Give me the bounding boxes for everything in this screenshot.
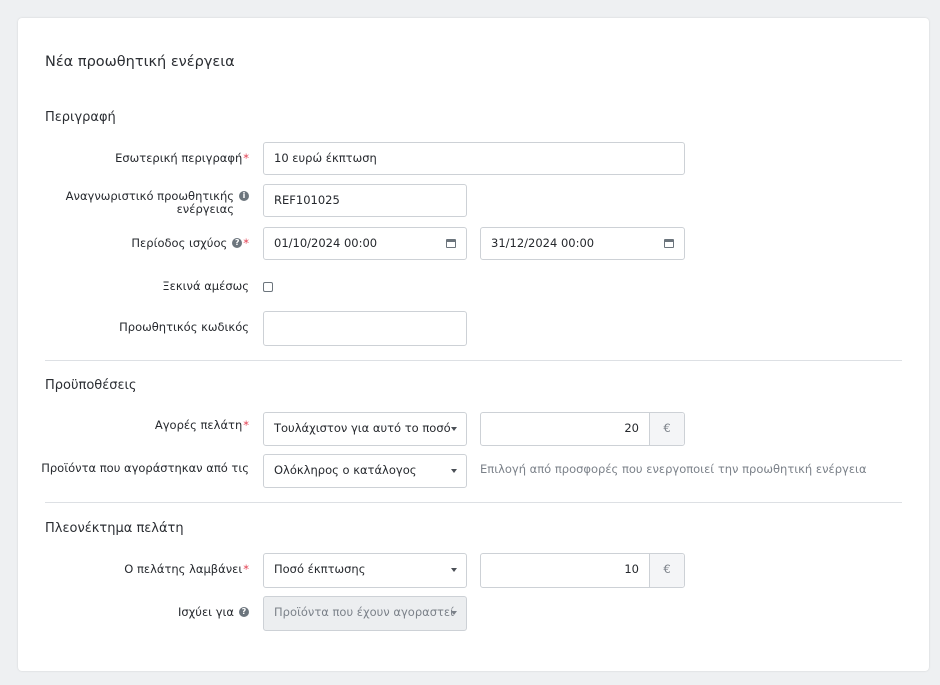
products-hint: Επιλογή από προσφορές που ενεργοποιεί τη…	[480, 462, 867, 476]
chevron-down-icon	[451, 611, 457, 615]
required-mark: *	[243, 151, 249, 165]
customer-purchases-label: Αγορές πελάτη*	[154, 418, 249, 432]
promo-code-input[interactable]	[263, 311, 467, 346]
currency-addon: €	[649, 413, 684, 445]
divider	[45, 360, 902, 361]
section-title-description: Περιγραφή	[45, 110, 116, 125]
customer-receives-label: Ο πελάτης λαμβάνει*	[124, 562, 249, 576]
internal-description-input[interactable]: 10 ευρώ έκπτωση	[263, 142, 685, 175]
customer-receives-select[interactable]: Ποσό έκπτωσης	[263, 553, 467, 588]
promo-code-label: Προωθητικός κωδικός	[119, 320, 249, 334]
reference-input[interactable]: REF101025	[263, 184, 467, 217]
purchased-products-select[interactable]: Ολόκληρος ο κατάλογος	[263, 454, 467, 488]
promotion-form-card: Νέα προωθητική ενέργεια Περιγραφή Εσωτερ…	[18, 18, 929, 671]
page-title: Νέα προωθητική ενέργεια	[45, 54, 235, 70]
starts-immediately-checkbox[interactable]	[263, 282, 273, 292]
purchases-amount-input[interactable]: 20 €	[480, 412, 685, 446]
currency-addon: €	[649, 554, 684, 587]
help-icon[interactable]: ?	[239, 606, 249, 617]
internal-description-label: Εσωτερική περιγραφή*	[115, 151, 249, 165]
calendar-icon[interactable]	[446, 239, 456, 248]
section-title-benefit: Πλεονέκτημα πελάτη	[45, 521, 184, 536]
section-title-conditions: Προϋποθέσεις	[45, 378, 137, 393]
divider	[45, 502, 902, 503]
purchased-products-label: Προϊόντα που αγοράστηκαν από τις	[41, 461, 249, 475]
discount-amount-input[interactable]: 10 €	[480, 553, 685, 588]
validity-end-input[interactable]: 31/12/2024 00:00	[480, 227, 685, 260]
reference-label: Αναγνωριστικό προωθητικής i ενέργειας	[66, 190, 249, 216]
validity-label: Περίοδος ισχύος? *	[131, 236, 249, 250]
help-icon[interactable]: ?	[232, 237, 243, 248]
applies-to-select: Προϊόντα που έχουν αγοραστεί	[263, 596, 467, 631]
chevron-down-icon	[451, 427, 457, 431]
validity-start-input[interactable]: 01/10/2024 00:00	[263, 227, 467, 260]
starts-immediately-label: Ξεκινά αμέσως	[162, 279, 249, 293]
chevron-down-icon	[451, 568, 457, 572]
customer-purchases-select[interactable]: Τουλάχιστον για αυτό το ποσό	[263, 412, 467, 446]
chevron-down-icon	[451, 469, 457, 473]
info-icon[interactable]: i	[239, 190, 249, 201]
calendar-icon[interactable]	[664, 239, 674, 248]
applies-to-label: Ισχύει για?	[178, 606, 249, 619]
